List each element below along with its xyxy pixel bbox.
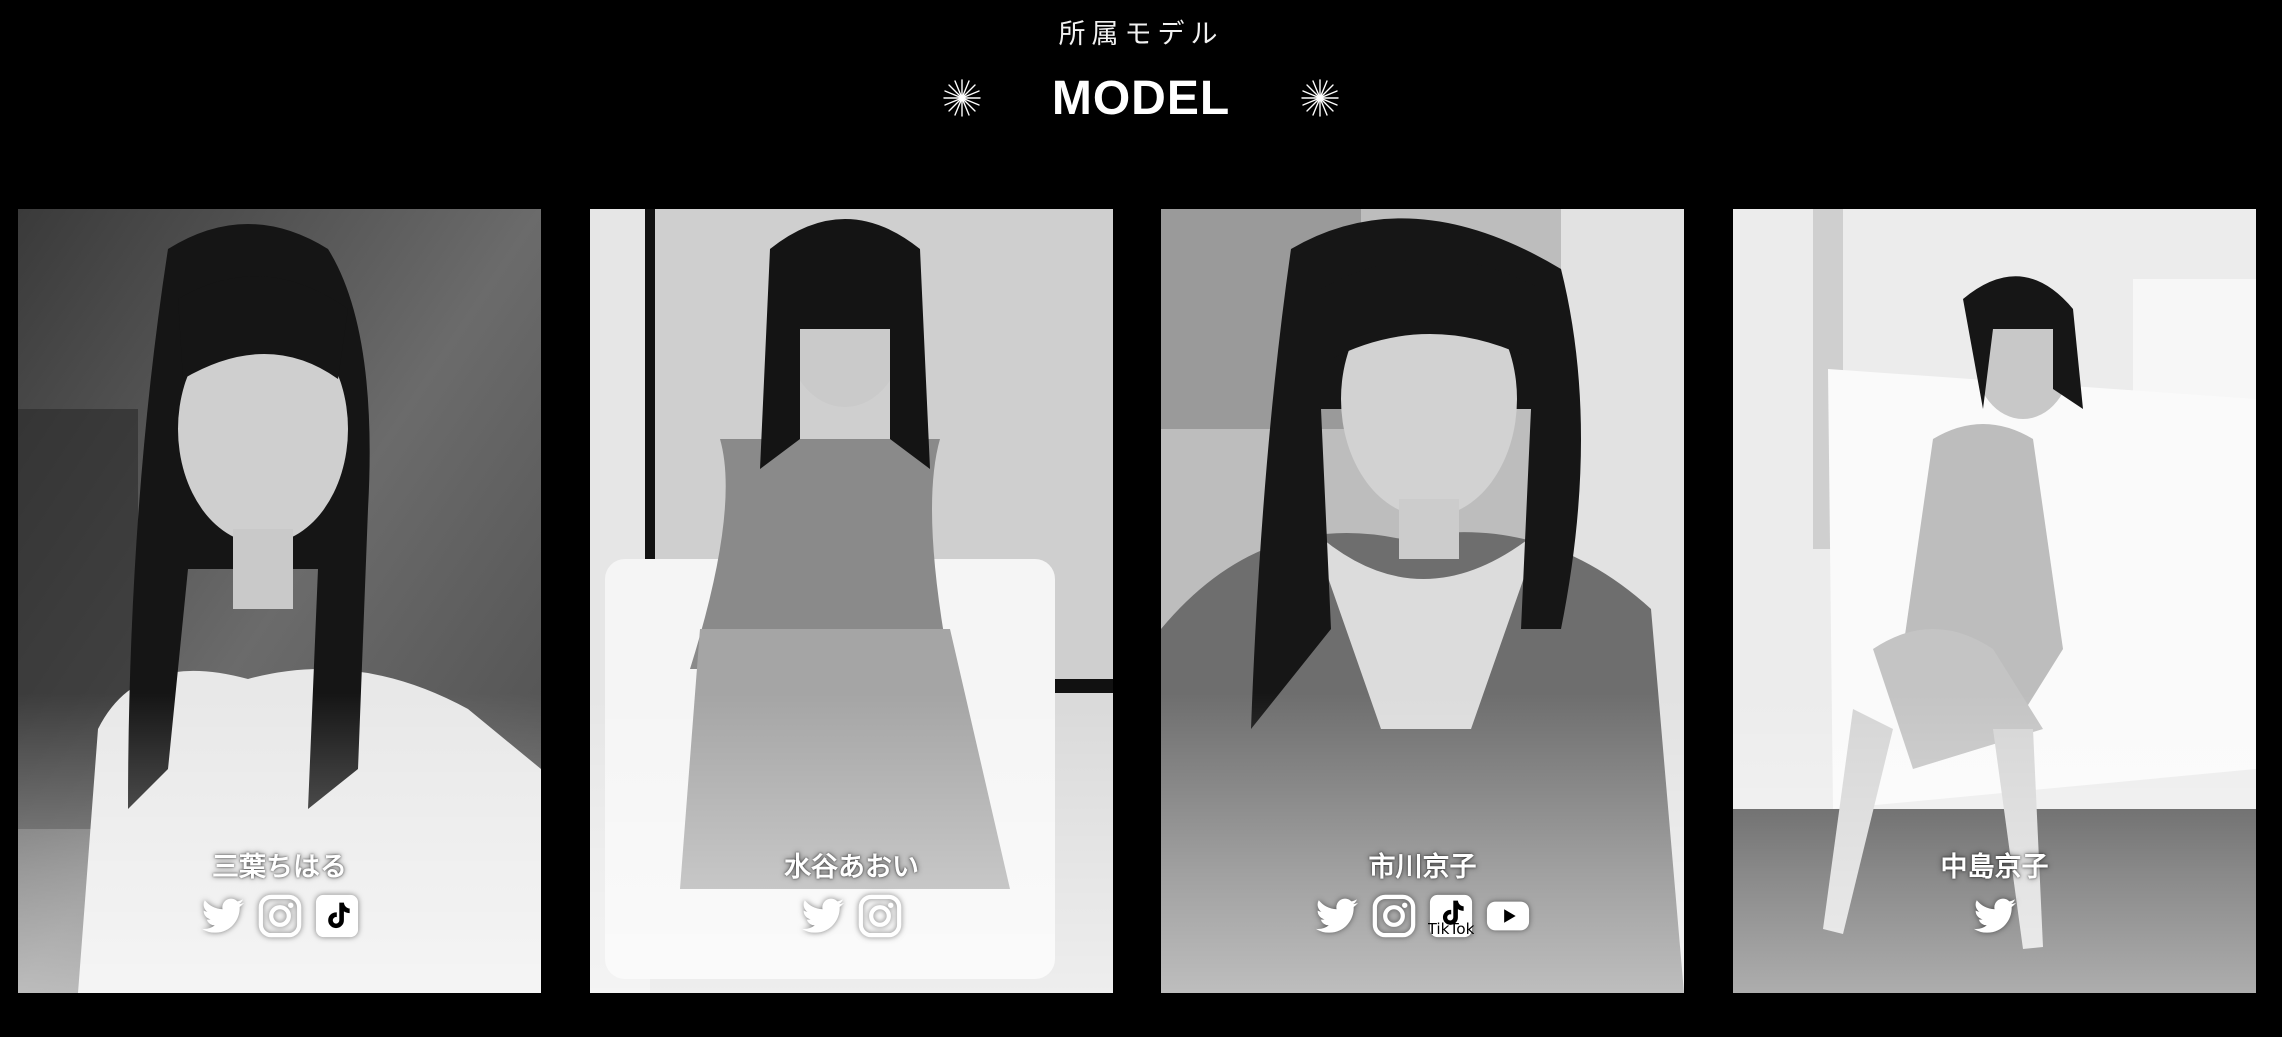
instagram-icon[interactable] [856,892,904,940]
model-card[interactable]: 市川京子 TikTok [1161,209,1684,993]
social-links [1733,892,2256,940]
model-name[interactable]: 市川京子 [1161,845,1684,884]
twitter-icon[interactable] [799,892,847,940]
section-title: MODEL [0,68,2282,128]
model-card[interactable]: 中島京子 [1733,209,2256,993]
social-links: TikTok [1161,892,1684,940]
tiktok-icon[interactable]: TikTok [1427,892,1475,940]
twitter-icon[interactable] [1313,892,1361,940]
model-card[interactable]: 水谷あおい [590,209,1113,993]
social-links [590,892,1113,940]
model-card[interactable]: 三葉ちはる [18,209,541,993]
youtube-icon[interactable] [1484,892,1532,940]
sparkle-icon [943,79,981,117]
sparkle-icon [1301,79,1339,117]
instagram-icon[interactable] [256,892,304,940]
instagram-icon[interactable] [1370,892,1418,940]
tiktok-icon[interactable] [313,892,361,940]
section-subtitle: 所属モデル [1058,19,1224,50]
twitter-icon[interactable] [1971,892,2019,940]
model-name[interactable]: 水谷あおい [590,845,1113,884]
model-name[interactable]: 三葉ちはる [18,845,541,884]
model-name[interactable]: 中島京子 [1733,845,2256,884]
twitter-icon[interactable] [199,892,247,940]
page-title: MODEL [1051,71,1231,125]
social-links [18,892,541,940]
tiktok-caption: TikTok [1428,920,1474,938]
